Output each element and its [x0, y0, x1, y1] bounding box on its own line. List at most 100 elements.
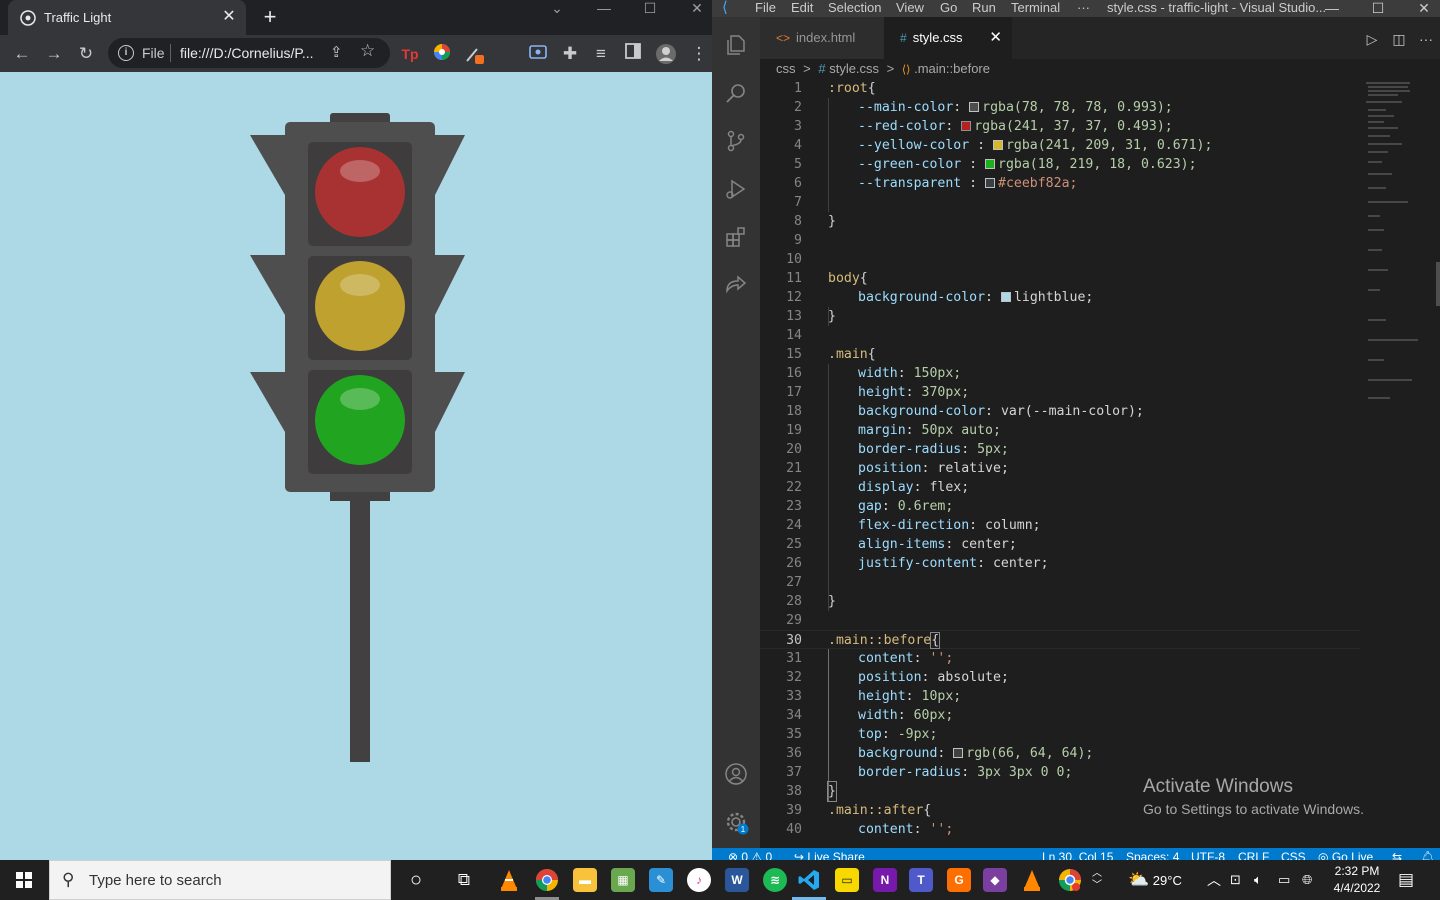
spotify-icon[interactable]: ≋ [763, 868, 787, 892]
feedback-icon[interactable]: ⇆ [1392, 848, 1402, 860]
minimap[interactable] [1360, 79, 1440, 848]
search-icon[interactable] [724, 81, 748, 105]
menu-terminal[interactable]: Terminal [1011, 0, 1060, 16]
notifications-bell-icon[interactable]: 🔔︎ [1420, 848, 1435, 860]
menu-more[interactable]: ··· [1077, 0, 1090, 16]
site-info-icon[interactable]: i [118, 45, 134, 61]
close-window-icon[interactable]: ✕ [674, 0, 712, 35]
color-swatch[interactable] [953, 748, 964, 758]
notifications-icon[interactable]: ▤ [1398, 860, 1414, 900]
tab-style-css[interactable]: # style.css ✕ [884, 17, 1012, 59]
browser-tab-traffic-light[interactable]: Traffic Light ✕ [8, 0, 246, 35]
minecraft-icon[interactable]: ▦ [611, 868, 635, 892]
vlc-alt-icon[interactable] [1020, 868, 1044, 892]
menu-go[interactable]: Go [940, 0, 957, 16]
menu-edit[interactable]: Edit [791, 0, 813, 16]
breadcrumb-symbol[interactable]: .main::before [914, 61, 990, 76]
teams-icon[interactable]: T [909, 868, 933, 892]
volume-icon[interactable]: 🔈︎ [1254, 860, 1262, 900]
start-button[interactable] [0, 860, 48, 900]
back-arrow-icon[interactable]: ← [11, 43, 33, 65]
code-editor[interactable]: 1:root{ 2 --main-color: rgba(78, 78, 78, … [760, 79, 1360, 848]
language-mode[interactable]: CSS [1281, 848, 1306, 860]
eol-status[interactable]: CRLF [1238, 848, 1269, 860]
menu-run[interactable]: Run [972, 0, 996, 16]
cursor-position[interactable]: Ln 30, Col 15 [1042, 848, 1113, 860]
gitkraken-icon[interactable]: ◆ [983, 868, 1007, 892]
media-controls-icon[interactable]: ≡ [590, 43, 612, 65]
menu-file[interactable]: File [755, 0, 776, 16]
color-swatch[interactable] [985, 178, 996, 188]
file-explorer-icon[interactable]: ▬ [573, 868, 597, 892]
url-text[interactable]: file:///D:/Cornelius/P... [180, 45, 314, 61]
menu-view[interactable]: View [896, 0, 924, 16]
extension-tp-icon[interactable]: Tp [399, 43, 421, 65]
word-icon[interactable]: W [725, 868, 749, 892]
forward-arrow-icon[interactable]: → [43, 43, 65, 65]
maximize-icon[interactable]: ☐ [627, 0, 673, 35]
source-control-icon[interactable] [724, 129, 748, 153]
battery-icon[interactable]: ▭ [1278, 860, 1290, 900]
encoding-status[interactable]: UTF-8 [1191, 848, 1225, 860]
extension-color-picker-icon[interactable] [431, 43, 453, 65]
breadcrumb-file[interactable]: style.css [829, 61, 879, 76]
split-editor-icon[interactable]: ◫ [1390, 30, 1408, 48]
color-swatch[interactable] [992, 140, 1003, 150]
color-swatch[interactable] [969, 102, 980, 112]
cortana-icon[interactable]: ○ [404, 868, 428, 892]
vscode-minimize-icon[interactable]: — [1309, 0, 1355, 16]
chrome-icon[interactable] [535, 868, 559, 892]
vlc-icon[interactable] [497, 868, 521, 892]
side-panel-icon[interactable] [622, 43, 644, 65]
itunes-icon[interactable]: ♪ [687, 868, 711, 892]
live-share-status[interactable]: ↪ Live Share [794, 848, 865, 860]
explorer-icon[interactable] [724, 33, 748, 57]
vscode-taskbar-icon[interactable] [797, 868, 821, 892]
extension-screen-icon[interactable] [527, 43, 549, 65]
problems-indicator[interactable]: ⊗ 0 ⚠ 0 [728, 848, 772, 860]
live-share-icon[interactable] [724, 273, 748, 297]
run-icon[interactable]: ▷ [1363, 30, 1381, 48]
address-bar[interactable]: i File file:///D:/Cornelius/P... ⇪ ☆ [108, 38, 390, 68]
taskbar-search[interactable]: ⚲ Type here to search [49, 860, 391, 900]
minimize-icon[interactable]: — [581, 0, 627, 35]
close-tab-icon[interactable]: ✕ [989, 17, 1002, 59]
onenote-icon[interactable]: N [873, 868, 897, 892]
editor-scrollbar-thumb[interactable] [1436, 262, 1440, 306]
extensions-icon[interactable] [724, 225, 748, 249]
close-tab-icon[interactable]: ✕ [220, 8, 238, 26]
settings-gear-icon[interactable]: 1 [724, 810, 749, 835]
tab-search-icon[interactable]: ⌄ [534, 0, 580, 35]
profile-avatar[interactable] [655, 43, 677, 65]
show-hidden-icons-chevron-icon[interactable]: ︿ [1207, 860, 1221, 900]
vscode-maximize-icon[interactable]: ☐ [1355, 0, 1401, 16]
chrome-menu-icon[interactable]: ⋮ [688, 43, 710, 65]
extensions-puzzle-icon[interactable]: ✚ [559, 43, 581, 65]
vscode-close-icon[interactable]: ✕ [1401, 0, 1440, 16]
accounts-icon[interactable] [724, 762, 748, 786]
network-globe-icon[interactable]: 🌐︎ [1302, 860, 1312, 900]
weather-widget[interactable]: ⛅ 29°C [1128, 860, 1182, 900]
taskbar-scroll-icon[interactable]: ︿ ﹀ [1090, 868, 1104, 892]
go-live-button[interactable]: ◎ Go Live [1318, 848, 1373, 860]
chrome-profile-icon[interactable] [1058, 868, 1082, 892]
tray-app-icon[interactable]: ⊡ [1230, 860, 1241, 900]
extension-eyedropper-icon[interactable] [463, 43, 485, 65]
bookmark-star-icon[interactable]: ☆ [360, 41, 375, 61]
run-debug-icon[interactable] [724, 177, 748, 201]
color-swatch[interactable] [1000, 292, 1011, 302]
presentation-app-icon[interactable]: G [947, 868, 971, 892]
taskbar-clock[interactable]: 2:32 PM 4/4/2022 [1320, 863, 1394, 897]
color-swatch[interactable] [985, 159, 996, 169]
sticky-notes-icon[interactable]: ▭ [835, 868, 859, 892]
photos-app-icon[interactable]: ✎ [649, 868, 673, 892]
new-tab-button[interactable]: + [258, 5, 282, 29]
breadcrumb-folder[interactable]: css [776, 61, 796, 76]
tab-index-html[interactable]: <> index.html [760, 17, 884, 59]
share-icon[interactable]: ⇪ [330, 43, 343, 61]
indentation-status[interactable]: Spaces: 4 [1126, 848, 1179, 860]
more-actions-icon[interactable]: ··· [1417, 30, 1435, 48]
color-swatch[interactable] [961, 121, 972, 131]
reload-icon[interactable]: ↻ [75, 43, 97, 65]
menu-selection[interactable]: Selection [828, 0, 881, 16]
